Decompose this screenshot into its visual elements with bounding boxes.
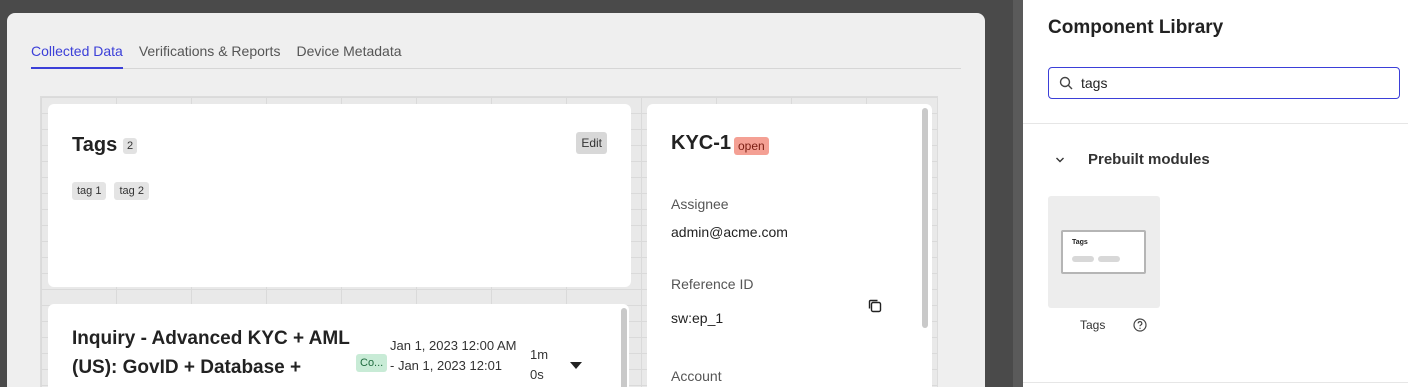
tags-module-preview: Tags — [1061, 230, 1146, 274]
search-icon — [1059, 76, 1073, 90]
tags-count-badge: 2 — [123, 138, 138, 154]
preview-pill — [1098, 256, 1120, 262]
inquiry-dates: Jan 1, 2023 12:00 AM - Jan 1, 2023 12:01 — [390, 336, 516, 376]
tags-module-label: Tags — [1080, 318, 1106, 332]
account-label: Account — [671, 368, 722, 384]
inquiry-date-end: - Jan 1, 2023 12:01 — [390, 358, 503, 373]
tags-card-title: Tags — [72, 134, 118, 156]
inquiry-date-start: Jan 1, 2023 12:00 AM — [390, 338, 517, 353]
tab-verifications-reports[interactable]: Verifications & Reports — [139, 43, 281, 69]
tag-list: tag 1 tag 2 — [72, 182, 149, 200]
assignee-value: admin@acme.com — [671, 224, 788, 240]
inquiry-duration-line2: 0s — [530, 367, 544, 382]
panel-resize-handle[interactable] — [1013, 0, 1023, 387]
search-input[interactable] — [1081, 73, 1381, 93]
case-title: KYC-1 — [671, 132, 732, 154]
reference-id-label: Reference ID — [671, 276, 754, 292]
panel-divider — [1023, 123, 1408, 124]
inquiry-duration: 1m 0s — [530, 345, 548, 385]
tab-bar: Collected Data Verifications & Reports D… — [31, 43, 961, 69]
copy-icon[interactable] — [867, 298, 883, 314]
inquiry-scrollbar[interactable] — [621, 308, 627, 387]
panel-divider — [1023, 382, 1408, 383]
expand-chevron-icon[interactable] — [570, 362, 582, 369]
inquiry-status-badge: Co... — [356, 354, 388, 372]
case-scrollbar[interactable] — [922, 108, 928, 328]
tag-pill: tag 1 — [72, 182, 107, 200]
tags-module-preview-title: Tags — [1072, 239, 1088, 246]
case-status-badge: open — [734, 137, 769, 155]
chevron-down-icon[interactable] — [1055, 155, 1065, 165]
tag-pill: tag 2 — [114, 182, 149, 200]
tab-collected-data[interactable]: Collected Data — [31, 43, 123, 69]
case-details-card: KYC-1 open Assignee admin@acme.com Refer… — [647, 104, 932, 387]
help-icon[interactable] — [1133, 318, 1147, 332]
component-library-panel: Component Library Prebuilt modules Tags … — [1023, 0, 1408, 387]
search-field[interactable] — [1048, 67, 1400, 99]
tags-card[interactable]: Tags 2 Edit tag 1 tag 2 — [48, 104, 631, 287]
prebuilt-modules-section-title[interactable]: Prebuilt modules — [1088, 151, 1210, 168]
panel-title: Component Library — [1048, 17, 1224, 38]
inquiry-duration-line1: 1m — [530, 347, 549, 362]
assignee-label: Assignee — [671, 196, 729, 212]
tags-module-thumbnail[interactable]: Tags — [1048, 196, 1160, 308]
inquiry-card[interactable]: Inquiry - Advanced KYC + AML (US): GovID… — [48, 304, 629, 387]
tab-device-metadata[interactable]: Device Metadata — [296, 43, 401, 69]
edit-tags-button[interactable]: Edit — [576, 132, 607, 154]
reference-id-value: sw:ep_1 — [671, 310, 724, 326]
preview-pill — [1072, 256, 1094, 262]
inquiry-title: Inquiry - Advanced KYC + AML (US): GovID… — [72, 328, 350, 378]
